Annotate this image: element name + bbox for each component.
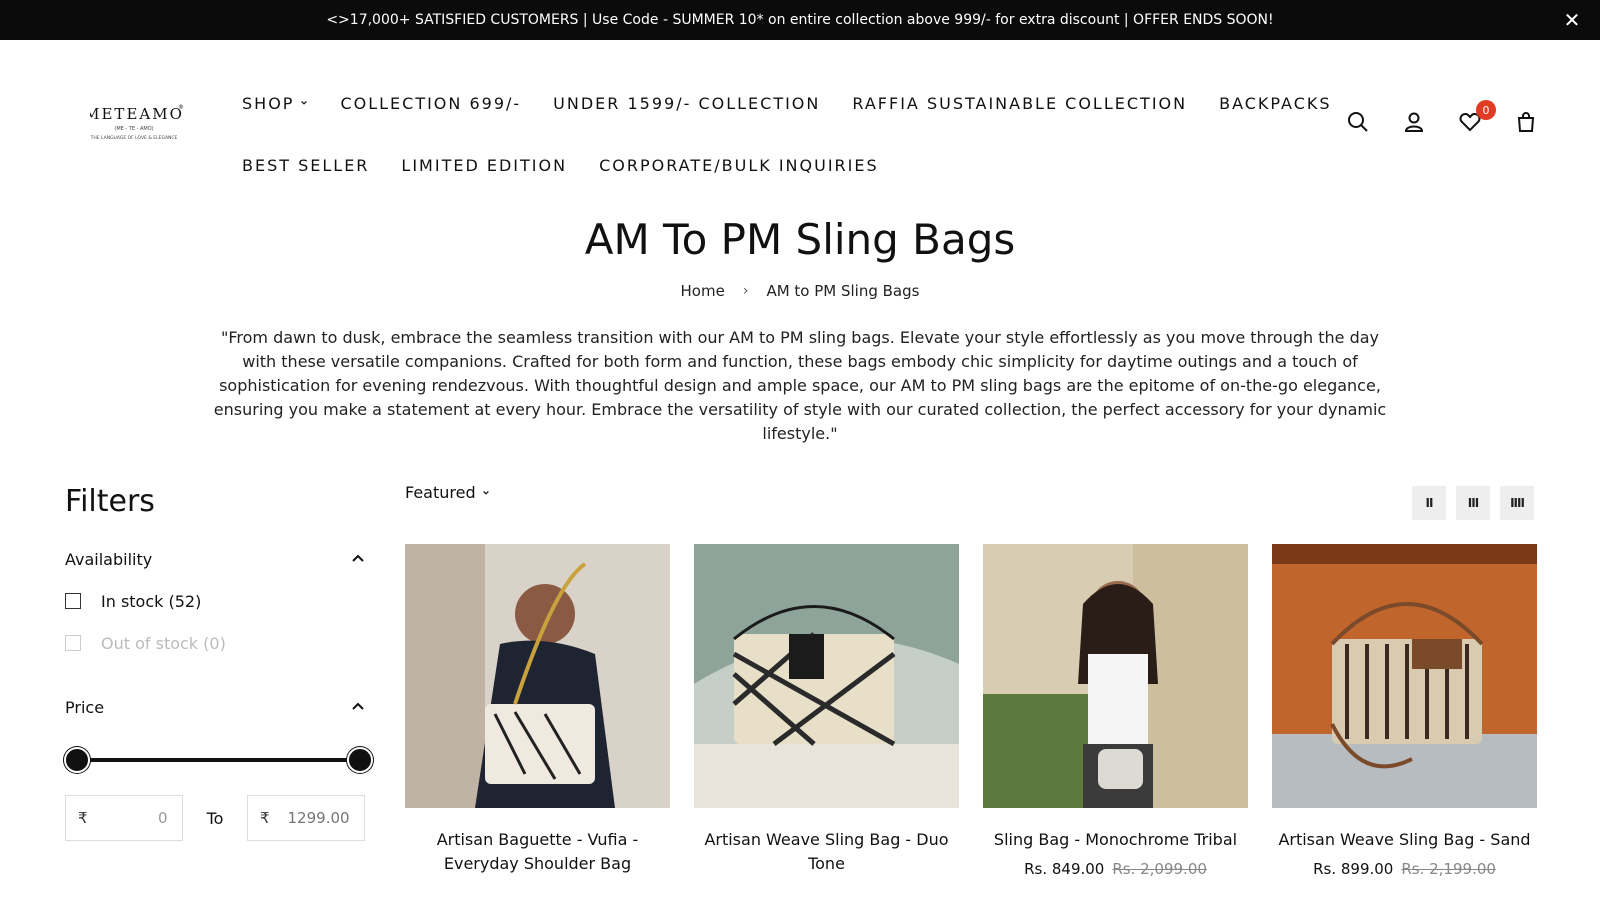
in-stock-option[interactable]: In stock (52) [65,589,365,613]
price-label: Price [65,697,105,717]
currency-symbol: ₹ [78,809,88,827]
nav-limited-edition[interactable]: LIMITED EDITION [401,156,567,175]
slider-track [77,758,353,762]
product-grid: Artisan Baguette - Vufia - Everyday Shou… [405,544,1537,878]
svg-text:THE LANGUAGE OF LOVE & ELEGANC: THE LANGUAGE OF LOVE & ELEGANCE [90,135,178,141]
chevron-up-icon [352,702,364,710]
chevron-down-icon [301,100,308,105]
nav-shop[interactable]: SHOP [242,94,308,113]
slider-max-handle[interactable] [347,747,373,773]
wishlist-count-badge: 0 [1476,100,1496,120]
sort-dropdown[interactable]: Featured [405,483,490,502]
account-icon[interactable] [1402,110,1426,134]
original-price: Rs. 2,099.00 [1112,860,1207,878]
product-card[interactable]: Sling Bag - Monochrome Tribal Rs. 849.00… [983,544,1248,878]
announcement-text: <>17,000+ SATISFIED CUSTOMERS | Use Code… [326,12,1274,28]
product-price-row: Rs. 899.00 Rs. 2,199.00 [1272,860,1537,878]
nav-raffia[interactable]: RAFFIA SUSTAINABLE COLLECTION [852,94,1187,113]
out-of-stock-option: Out of stock (0) [65,631,365,655]
price-max-input[interactable] [269,809,350,827]
grid-4-columns-icon[interactable]: IIII [1500,486,1534,520]
availability-toggle[interactable]: Availability [65,547,365,571]
page-title: AM To PM Sling Bags [584,215,1016,264]
grid-3-columns-icon[interactable]: III [1456,486,1490,520]
price-min-input[interactable] [87,809,168,827]
out-of-stock-checkbox [65,635,81,651]
slider-min-handle[interactable] [64,747,90,773]
filters-panel: Filters Availability In stock (52) Out o… [64,484,373,841]
main-nav: SHOP COLLECTION 699/- UNDER 1599/- COLLE… [242,72,1332,196]
filters-title: Filters [65,484,155,519]
chevron-right-icon: › [742,283,749,299]
nav-under-1599[interactable]: UNDER 1599/- COLLECTION [553,94,820,113]
sale-price: Rs. 849.00 [1024,860,1105,878]
header-icons: 0 [1346,100,1538,134]
to-label: To [206,808,224,828]
nav-corporate[interactable]: CORPORATE/BULK INQUIRIES [599,156,879,175]
product-name[interactable]: Artisan Weave Sling Bag - Sand [1272,828,1537,852]
product-image[interactable] [694,544,959,808]
product-card[interactable]: Artisan Weave Sling Bag - Sand Rs. 899.0… [1272,544,1537,878]
out-of-stock-label: Out of stock (0) [101,633,226,653]
in-stock-label: In stock (52) [101,591,202,611]
sort-selected: Featured [405,483,476,502]
close-icon[interactable]: ✕ [1560,8,1584,32]
product-price-row: Rs. 849.00 Rs. 2,099.00 [983,860,1248,878]
sale-price: Rs. 899.00 [1313,860,1394,878]
product-image[interactable] [1272,544,1537,808]
product-card[interactable]: Artisan Baguette - Vufia - Everyday Shou… [405,544,670,878]
price-inputs: ₹ To ₹ [65,795,365,841]
product-name[interactable]: Artisan Weave Sling Bag - Duo Tone [694,828,959,876]
currency-symbol: ₹ [260,809,270,827]
price-min-box: ₹ [65,795,183,841]
svg-text:(ME - TE - AMO): (ME - TE - AMO) [114,126,153,132]
in-stock-checkbox[interactable] [65,593,81,609]
breadcrumb-home[interactable]: Home [681,282,725,300]
breadcrumb-current: AM to PM Sling Bags [766,282,920,300]
chevron-down-icon [482,490,489,495]
availability-label: Availability [65,549,153,569]
product-name[interactable]: Artisan Baguette - Vufia - Everyday Shou… [405,828,670,876]
product-name[interactable]: Sling Bag - Monochrome Tribal [983,828,1248,852]
nav-backpacks[interactable]: BACKPACKS [1219,94,1331,113]
announcement-bar: <>17,000+ SATISFIED CUSTOMERS | Use Code… [0,0,1600,40]
breadcrumb: Home › AM to PM Sling Bags [0,282,1600,300]
product-image[interactable] [983,544,1248,808]
collection-description: "From dawn to dusk, embrace the seamless… [213,328,1387,443]
cart-icon[interactable] [1514,110,1538,134]
original-price: Rs. 2,199.00 [1401,860,1496,878]
search-icon[interactable] [1346,110,1370,134]
product-image[interactable] [405,544,670,808]
nav-best-seller[interactable]: BEST SELLER [242,156,369,175]
chevron-up-icon [352,554,364,562]
wishlist-icon[interactable]: 0 [1458,100,1496,134]
svg-text:METEAMO: METEAMO [90,105,184,123]
price-toggle[interactable]: Price [65,695,365,719]
grid-2-columns-icon[interactable]: II [1412,486,1446,520]
price-range-slider [64,747,373,773]
grid-view-toggles: II III IIII [1412,486,1534,520]
product-card[interactable]: Artisan Weave Sling Bag - Duo Tone [694,544,959,878]
svg-text:®: ® [178,104,184,111]
nav-collection-699[interactable]: COLLECTION 699/- [340,94,521,113]
brand-logo[interactable]: METEAMO ® (ME - TE - AMO) THE LANGUAGE O… [84,97,185,149]
price-max-box: ₹ [247,795,365,841]
